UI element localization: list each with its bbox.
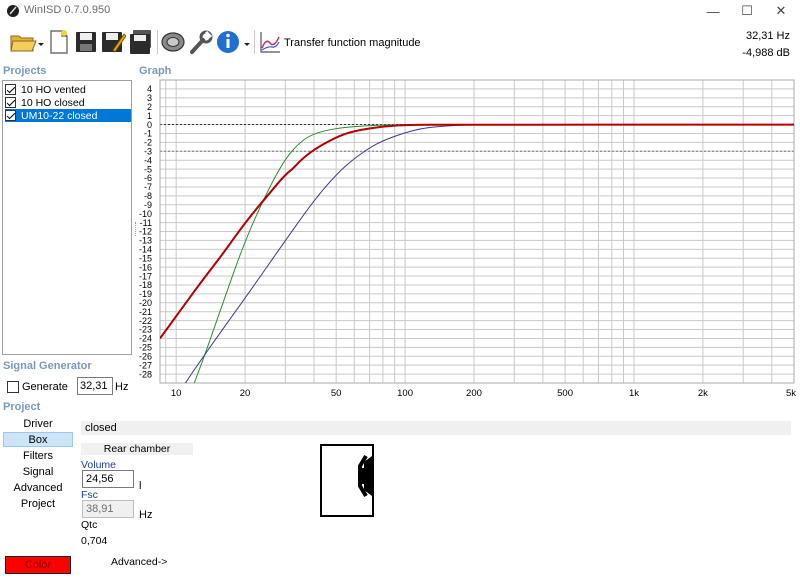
rear-chamber-header: Rear chamber <box>81 443 193 455</box>
maximize-button[interactable]: ☐ <box>730 0 764 22</box>
fsc-input <box>82 500 134 518</box>
nav-signal[interactable]: Signal <box>3 465 73 480</box>
project-item-label: 10 HO vented <box>21 83 86 96</box>
minimize-button[interactable]: — <box>696 0 730 22</box>
project-item-label: UM10-22 closed <box>21 109 98 122</box>
x-tick-label: 5k <box>786 388 796 399</box>
info-icon[interactable] <box>216 28 252 56</box>
project-item-label: 10 HO closed <box>21 96 85 109</box>
volume-input[interactable] <box>82 470 134 488</box>
window-title: WinISD 0.7.0.950 <box>24 4 111 16</box>
y-axis-ticks: 43210-1-2-3-4-5-6-7-8-9-10-11-12-13-14-1… <box>139 84 152 379</box>
nav-project[interactable]: Project <box>3 497 73 512</box>
new-document-icon[interactable] <box>48 28 70 56</box>
signal-generator-label: Signal Generator <box>3 360 92 372</box>
nav-box[interactable]: Box <box>3 432 73 447</box>
x-tick-label: 1k <box>629 388 639 399</box>
x-tick-label: 100 <box>397 388 413 399</box>
wrench-icon[interactable] <box>188 28 214 56</box>
color-button[interactable]: Color <box>5 556 71 574</box>
generator-unit: Hz <box>115 381 129 393</box>
project-checkbox[interactable] <box>5 110 16 121</box>
app-icon <box>7 5 19 17</box>
title-bar: WinISD 0.7.0.950 — ☐ ✕ <box>0 0 800 22</box>
y-tick-label: -28 <box>139 369 152 379</box>
x-tick-label: 50 <box>331 388 342 399</box>
nav-driver[interactable]: Driver <box>3 417 73 432</box>
save-all-icon[interactable] <box>128 28 154 56</box>
toolbar-separator <box>157 30 158 54</box>
project-item-um10-22-closed[interactable]: UM10-22 closed <box>5 109 131 122</box>
x-tick-label: 2k <box>698 388 708 399</box>
projects-list: 10 HO vented 10 HO closed UM10-22 closed <box>2 80 132 355</box>
close-button[interactable]: ✕ <box>764 0 798 22</box>
box-diagram <box>320 444 374 517</box>
project-item-10-ho-vented[interactable]: 10 HO vented <box>5 83 131 96</box>
project-item-10-ho-closed[interactable]: 10 HO closed <box>5 96 131 109</box>
cursor-level-readout: -4,988 dB <box>742 47 790 59</box>
save-as-icon[interactable] <box>100 28 126 56</box>
nav-filters[interactable]: Filters <box>3 449 73 464</box>
x-tick-label: 500 <box>557 388 573 399</box>
graph-label: Graph <box>139 65 172 77</box>
projects-label: Projects <box>3 65 47 77</box>
transfer-function-chart[interactable]: 43210-1-2-3-4-5-6-7-8-9-10-11-12-13-14-1… <box>138 78 800 400</box>
generate-label: Generate <box>22 381 68 393</box>
reference-lines <box>160 124 794 152</box>
folder-open-icon[interactable] <box>8 28 44 56</box>
x-tick-label: 10 <box>171 388 182 399</box>
fsc-unit: Hz <box>139 509 153 521</box>
advanced-link[interactable]: Advanced-> <box>111 556 167 568</box>
project-section-label: Project <box>3 401 41 413</box>
driver-icon[interactable] <box>160 28 186 56</box>
qtc-label: Qtc <box>81 519 98 531</box>
generator-frequency-input[interactable] <box>77 377 113 395</box>
toolbar-separator <box>254 30 255 54</box>
save-icon[interactable] <box>74 28 98 56</box>
series-line-1 <box>193 124 474 383</box>
qtc-value: 0,704 <box>81 535 108 547</box>
graph-panel[interactable]: 4 3 2 1 0 -1 -2 -3 -4 -5 -6 -7 -8 -9 -10 -11 -12 -13 -14 -1… <box>138 78 800 400</box>
nav-advanced[interactable]: Advanced <box>3 481 73 496</box>
speaker-driver-icon <box>358 454 372 498</box>
graph-type-label[interactable]: Transfer function magnitude <box>284 37 421 49</box>
x-tick-label: 20 <box>240 388 251 399</box>
panel-splitter[interactable] <box>135 222 137 236</box>
project-checkbox[interactable] <box>5 97 16 108</box>
x-axis-ticks: 10 20 50 100 200 500 1k 2k 5k <box>171 388 796 399</box>
volume-unit: l <box>139 480 142 492</box>
series-line-2 <box>184 124 475 383</box>
generate-checkbox[interactable] <box>7 381 19 393</box>
graph-icon[interactable] <box>258 28 282 56</box>
cursor-frequency-readout: 32,31 Hz <box>745 30 790 42</box>
x-tick-label: 200 <box>466 388 482 399</box>
series-group <box>160 123 794 383</box>
project-name-field[interactable]: closed <box>81 421 791 435</box>
project-checkbox[interactable] <box>5 84 16 95</box>
